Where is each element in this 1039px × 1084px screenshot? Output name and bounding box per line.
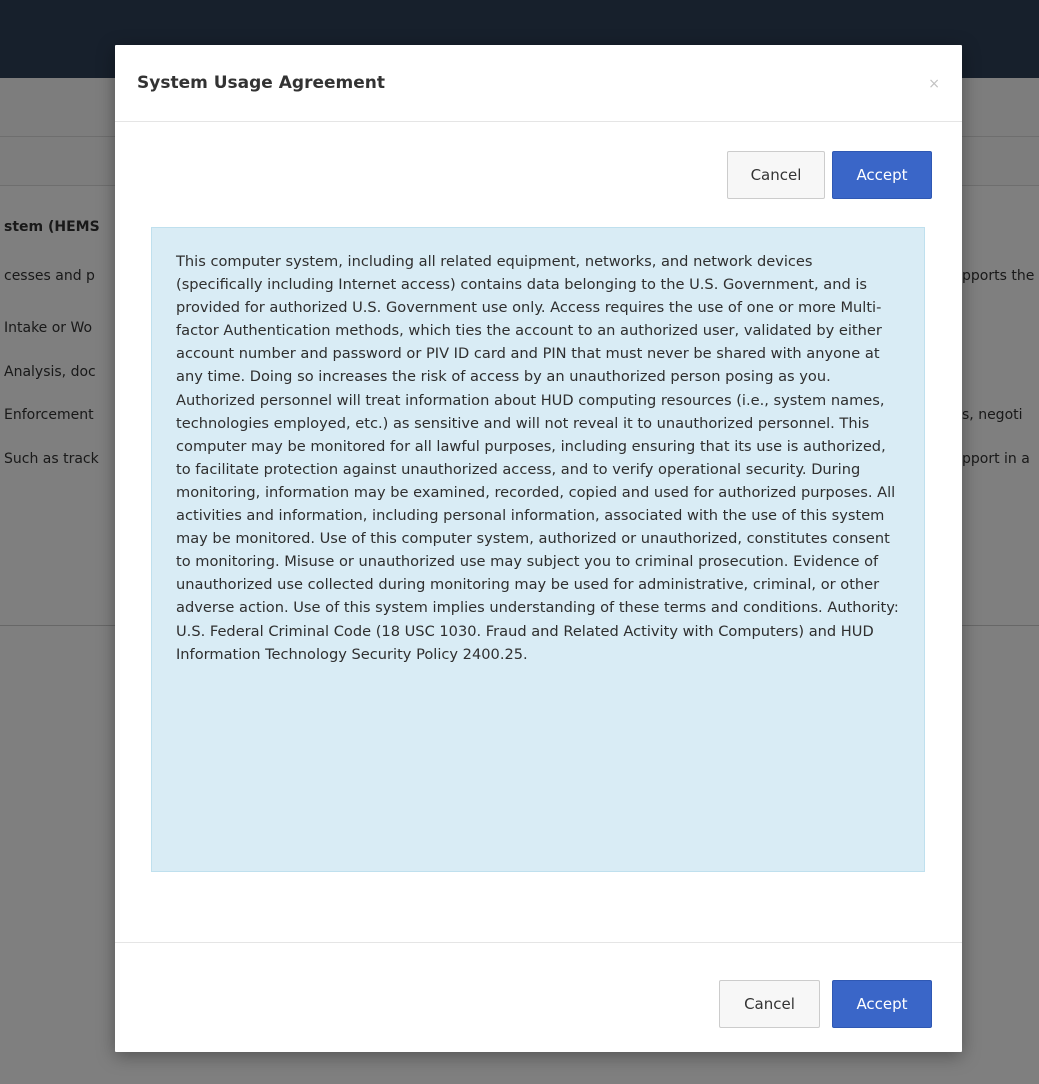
close-icon[interactable]: × <box>928 77 940 91</box>
system-usage-agreement-dialog: System Usage Agreement × Cancel Accept T… <box>115 45 962 1052</box>
footer-cancel-button[interactable]: Cancel <box>719 980 820 1028</box>
modal-header: System Usage Agreement × <box>115 45 962 122</box>
accept-button[interactable]: Accept <box>832 151 932 199</box>
footer-accept-button[interactable]: Accept <box>832 980 932 1028</box>
agreement-notice-box: This computer system, including all rela… <box>151 227 925 872</box>
modal-title: System Usage Agreement <box>137 73 385 93</box>
cancel-button[interactable]: Cancel <box>727 151 825 199</box>
modal-footer: Cancel Accept <box>115 942 962 1053</box>
agreement-text: This computer system, including all rela… <box>176 253 899 663</box>
